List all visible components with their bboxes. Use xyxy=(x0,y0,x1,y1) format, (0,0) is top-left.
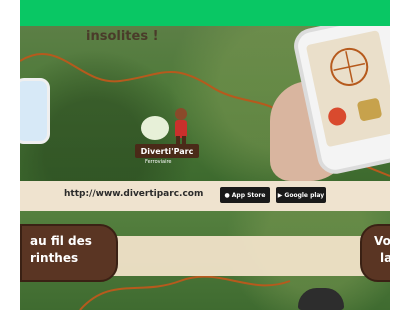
left-phone xyxy=(20,78,50,144)
hat-illustration xyxy=(298,288,344,310)
right-sign-line1: Voya xyxy=(374,234,390,248)
logo-subtitle: Ferroviaire xyxy=(145,159,172,165)
google-play-badge[interactable]: ▶ Google play xyxy=(276,187,326,203)
left-sign: au fil des rinthes xyxy=(20,224,118,282)
app-store-label: App Store xyxy=(231,191,266,199)
url-band: http://www.divertiparc.com ● App Store ▶… xyxy=(20,181,390,211)
left-sign-line1: au fil des xyxy=(30,234,92,248)
website-url[interactable]: http://www.divertiparc.com xyxy=(64,189,203,199)
right-sign: Voya la xyxy=(360,224,390,282)
apple-icon: ● xyxy=(224,191,230,199)
character-icon xyxy=(141,108,187,146)
phone-screen xyxy=(305,30,390,148)
banner-heading: insolites ! xyxy=(86,29,159,44)
google-play-label: Google play xyxy=(284,191,325,199)
right-sign-line2: la xyxy=(380,251,390,265)
compass-icon xyxy=(328,47,382,126)
left-sign-line2: rinthes xyxy=(30,251,79,265)
promo-image[interactable]: insolites ! Diverti'Parc Ferroviaire htt… xyxy=(20,26,390,310)
app-store-badge[interactable]: ● App Store xyxy=(220,187,270,203)
logo-name: Diverti'Parc xyxy=(135,144,199,158)
divertiparc-logo: Diverti'Parc Ferroviaire xyxy=(135,106,213,176)
play-icon: ▶ xyxy=(277,191,283,199)
top-green-bar xyxy=(20,0,390,26)
